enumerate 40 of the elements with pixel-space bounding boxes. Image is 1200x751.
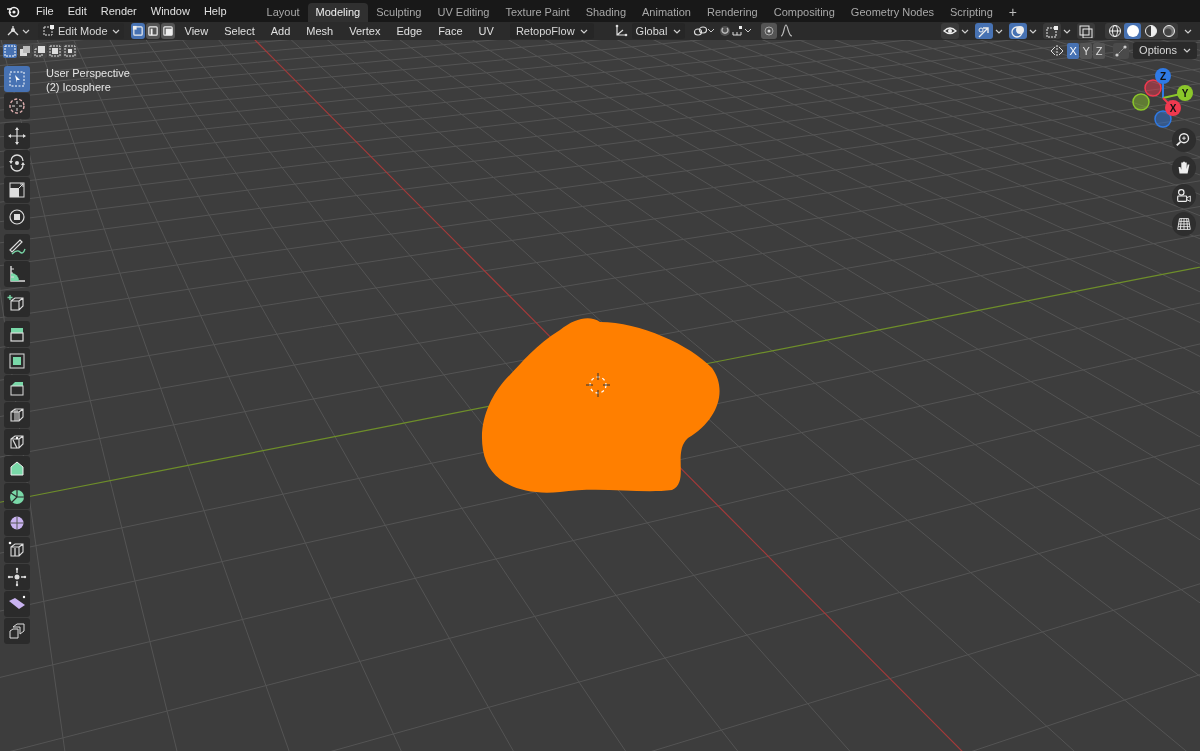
mirror-axis-toggle[interactable]: Y	[1080, 42, 1093, 59]
workspace-tab[interactable]: Sculpting	[368, 3, 430, 22]
workspace-tab[interactable]: Layout	[258, 3, 308, 22]
menu-item[interactable]: View	[178, 23, 215, 39]
menu-item[interactable]: Render	[94, 2, 143, 20]
workspace-tab[interactable]: Geometry Nodes	[842, 3, 942, 22]
add-workspace-button[interactable]: +	[1002, 3, 1023, 22]
object-name: (2) Icosphere	[46, 81, 112, 93]
menu-item[interactable]: Window	[144, 2, 196, 20]
menu-item[interactable]: Mesh	[300, 23, 340, 39]
workspace-tab[interactable]: Animation	[634, 3, 699, 22]
axis-dot[interactable]: Y	[1177, 85, 1193, 101]
axis-label: Y	[1181, 88, 1189, 99]
view-name: User Perspective	[46, 67, 130, 79]
workspace-tab[interactable]: Rendering	[698, 3, 766, 22]
axis-dot[interactable]: X	[1165, 100, 1181, 116]
menu-item[interactable]: Add	[264, 23, 297, 39]
addon-menu-dropdown[interactable]: RetopoFlow	[509, 23, 594, 39]
mirror-axis-toggle[interactable]: Z	[1093, 42, 1106, 59]
menu-item[interactable]: Edge	[390, 23, 429, 39]
menu-item[interactable]: File	[30, 2, 60, 20]
menu-item[interactable]: Select	[218, 23, 261, 39]
menu-item[interactable]: Vertex	[343, 23, 387, 39]
options-dropdown[interactable]: Options	[1133, 42, 1197, 59]
menu-item[interactable]: Face	[432, 23, 469, 39]
mode-dropdown[interactable]: Edit Mode	[38, 23, 124, 39]
axis-dot[interactable]: Z	[1155, 68, 1171, 84]
workspace-tab[interactable]: Shading	[577, 3, 635, 22]
menu-item[interactable]: UV	[472, 23, 500, 39]
menu-item[interactable]: Help	[197, 2, 233, 20]
mirror-axis-toggle[interactable]: X	[1067, 42, 1080, 59]
workspace-tab[interactable]: Scripting	[942, 3, 1001, 22]
menu-item[interactable]: Edit	[61, 2, 93, 20]
orientation-dropdown[interactable]: Global	[631, 23, 686, 39]
axis-label: X	[1169, 103, 1177, 114]
workspace-tab[interactable]: Texture Paint	[497, 3, 578, 22]
axis-label: Z	[1159, 71, 1167, 82]
workspace-tab[interactable]: Modeling	[307, 3, 369, 22]
workspace-tab[interactable]: UV Editing	[429, 3, 498, 22]
workspace-tab[interactable]: Compositing	[765, 3, 843, 22]
